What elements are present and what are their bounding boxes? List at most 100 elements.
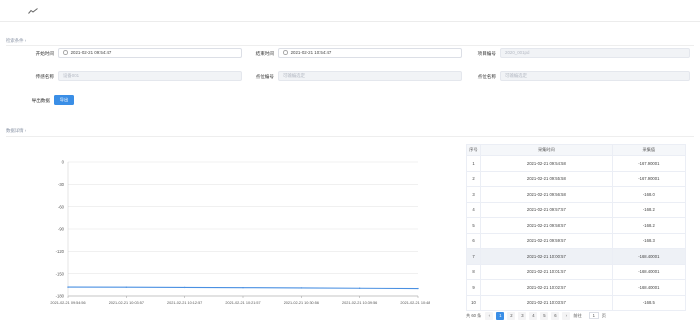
clock-icon	[283, 50, 288, 55]
row-value: -167.90001	[611, 155, 687, 172]
row-index: 3	[466, 186, 481, 203]
row-index: 1	[466, 155, 481, 172]
table-row[interactable]: 1 2021-02-21 09:54:58 -167.90001	[466, 155, 687, 172]
row-time: 2021-02-21 09:59:57	[480, 233, 613, 249]
row-time: 2021-02-21 10:01:57	[480, 264, 613, 280]
row-index: 9	[466, 279, 481, 296]
end-time-label: 结束时间	[255, 51, 274, 56]
col-time-header: 采集时间	[480, 144, 613, 156]
point-name-label: 点位名称	[477, 74, 496, 79]
page-2-button[interactable]: 2	[507, 311, 516, 320]
page-3-button[interactable]: 3	[518, 311, 527, 320]
row-index: 4	[466, 202, 481, 218]
prev-page-button[interactable]: ‹	[485, 311, 494, 320]
point-code-input[interactable]: 可输编选定	[278, 71, 462, 81]
row-value: -168.3	[611, 233, 687, 249]
table-row-highlighted[interactable]: 7 2021-02-21 10:00:57 -168.40001	[466, 248, 687, 265]
series-point	[300, 287, 303, 289]
y-tick-label: -180	[56, 294, 65, 299]
row-index: 8	[466, 264, 481, 280]
y-tick-label: -60	[58, 204, 65, 209]
data-section-title: 数据详情 ›	[6, 128, 27, 133]
table-row[interactable]: 8 2021-02-21 10:01:57 -168.40001	[466, 264, 687, 280]
row-value: -168.0	[611, 186, 687, 203]
x-tick-label: 2021-02-21 09:54:56	[50, 301, 85, 305]
row-index: 7	[466, 248, 481, 265]
table-row[interactable]: 4 2021-02-21 09:57:57 -168.2	[466, 202, 687, 218]
y-tick-label: -120	[56, 249, 65, 254]
row-time: 2021-02-21 10:03:57	[480, 295, 613, 311]
point-code-label: 点位编号	[255, 74, 274, 79]
x-tick-label: 2021-02-21 10:12:57	[167, 301, 202, 305]
table-row[interactable]: 2 2021-02-21 09:55:58 -167.90001	[466, 171, 687, 187]
row-time: 2021-02-21 10:02:57	[480, 279, 613, 296]
row-value: -168.5	[611, 295, 687, 311]
condition-section-title: 检索条件 ›	[6, 38, 27, 43]
x-tick-label: 2021-02-21 10:30:56	[284, 301, 319, 305]
col-index-header: 序号	[466, 144, 481, 156]
page-4-button[interactable]: 4	[529, 311, 538, 320]
start-time-value: 2021-02-21 09:54:47	[70, 50, 112, 55]
series-point	[417, 287, 419, 290]
row-value: -167.90001	[611, 171, 687, 187]
row-value: -168.40001	[611, 279, 687, 296]
table-header-row: 序号 采集时间 采集值	[466, 144, 687, 156]
y-tick-label: -150	[56, 271, 65, 276]
goto-label: 前往	[573, 312, 582, 318]
start-time-input[interactable]: 2021-02-21 09:54:47	[58, 48, 242, 58]
project-code-label: 项目编号	[477, 51, 496, 56]
page-6-button[interactable]: 6	[551, 311, 560, 320]
sensor-name-label: 传感名称	[35, 74, 54, 79]
pagination: 共 60 条 ‹ 1 2 3 4 5 6 › 前往 1 页	[466, 311, 610, 320]
top-bar	[0, 0, 700, 22]
end-time-input[interactable]: 2021-02-21 10:54:47	[278, 48, 462, 58]
data-table: 序号 采集时间 采集值 1 2021-02-21 09:54:58 -167.900…	[466, 144, 687, 311]
x-tick-label: 2021-02-21 10:03:57	[109, 301, 144, 305]
series-point	[125, 286, 128, 288]
chart-logo-icon	[28, 8, 38, 14]
row-index: 2	[466, 171, 481, 187]
series-point	[67, 286, 69, 288]
row-index: 6	[466, 233, 481, 249]
point-name-input[interactable]: 可输编选定	[500, 71, 690, 81]
table-row[interactable]: 6 2021-02-21 09:59:57 -168.3	[466, 233, 687, 249]
y-tick-label: -30	[58, 182, 65, 187]
start-time-label: 开始时间	[35, 51, 54, 56]
data-divider	[6, 136, 694, 137]
value-line-chart: 0 -30 -60 -90 -120 -150 -180 2021-02-21 09:54:5…	[50, 160, 430, 305]
x-tick-label: 2021-02-21 10:39:56	[342, 301, 377, 305]
table-row[interactable]: 10 2021-02-21 10:03:57 -168.5	[466, 295, 687, 311]
export-button[interactable]: 导出	[54, 95, 74, 105]
row-time: 2021-02-21 10:00:57	[480, 248, 613, 265]
series-point	[358, 287, 361, 289]
sensor-name-input[interactable]: 设备001	[58, 71, 242, 81]
table-row[interactable]: 3 2021-02-21 09:56:58 -168.0	[466, 186, 687, 203]
x-tick-label: 2021-02-21 10:21:57	[225, 301, 260, 305]
next-page-button[interactable]: ›	[562, 311, 571, 320]
clock-icon	[63, 50, 68, 55]
series-point	[242, 286, 244, 289]
row-time: 2021-02-21 09:55:58	[480, 171, 613, 187]
row-time: 2021-02-21 09:58:57	[480, 217, 613, 234]
page-1-button[interactable]: 1	[496, 311, 505, 320]
y-tick-label: 0	[62, 160, 65, 165]
total-count: 共 60 条	[466, 312, 482, 318]
row-value: -168.2	[611, 202, 687, 218]
row-index: 5	[466, 217, 481, 234]
condition-divider	[6, 45, 694, 46]
series-point	[183, 286, 186, 289]
project-code-input[interactable]: 2020_001pd	[500, 48, 690, 58]
goto-page-input[interactable]: 1	[588, 312, 599, 319]
end-time-value: 2021-02-21 10:54:47	[290, 50, 332, 55]
export-label: 导出数据	[31, 98, 50, 103]
row-time: 2021-02-21 09:54:58	[480, 155, 613, 172]
page-unit-label: 页	[601, 312, 606, 318]
row-value: -168.40001	[611, 264, 687, 280]
y-tick-label: -90	[58, 227, 65, 232]
row-time: 2021-02-21 09:57:57	[480, 202, 613, 218]
table-row[interactable]: 5 2021-02-21 09:58:57 -168.2	[466, 217, 687, 234]
table-row[interactable]: 9 2021-02-21 10:02:57 -168.40001	[466, 279, 687, 296]
page-5-button[interactable]: 5	[540, 311, 549, 320]
row-value: -168.40001	[611, 248, 687, 265]
row-value: -168.2	[611, 217, 687, 234]
